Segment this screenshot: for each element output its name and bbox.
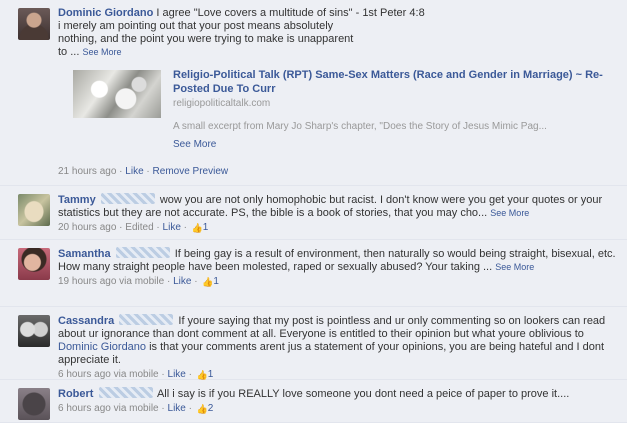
comment-meta: 20 hours ago · Edited · Like · 👍1 [58, 221, 617, 234]
comment-timestamp[interactable]: 20 hours ago [58, 222, 116, 233]
link-preview-thumbnail[interactable] [73, 70, 161, 118]
comment-timestamp[interactable]: 6 hours ago via mobile [58, 403, 159, 414]
meta-separator: · [153, 222, 163, 233]
meta-separator: · [185, 403, 195, 414]
link-preview-title[interactable]: Religio-Political Talk (RPT) Same-Sex Ma… [173, 68, 617, 96]
comment-timestamp[interactable]: 21 hours ago [58, 166, 116, 177]
link-preview-description: A small excerpt from Mary Jo Sharp's cha… [173, 121, 547, 132]
like-count[interactable]: 2 [208, 403, 214, 414]
redacted-surname [100, 193, 155, 204]
comment-meta: 6 hours ago via mobile · Like · 👍2 [58, 402, 617, 415]
like-count[interactable]: 1 [213, 276, 219, 287]
comment-body: Dominic Giordano I agree "Love covers a … [58, 7, 617, 178]
meta-separator: · [191, 276, 201, 287]
comment-text-line: nothing, and the point you were trying t… [58, 33, 354, 45]
comment-meta: 19 hours ago via mobile · Like · 👍1 [58, 275, 617, 288]
comment-text: How many straight people have been moles… [58, 261, 493, 273]
comment-timestamp[interactable]: 19 hours ago via mobile [58, 276, 164, 287]
comment-text-line: I agree "Love covers a multitude of sins… [156, 7, 425, 19]
avatar[interactable] [18, 8, 50, 40]
meta-separator: · [116, 166, 126, 177]
comment-body: Cassandra If youre saying that my post i… [58, 314, 617, 381]
meta-separator: · [158, 403, 168, 414]
comment-item: Samantha If being gay is a result of env… [0, 240, 627, 307]
meta-separator: · [180, 222, 190, 233]
comment-meta: 21 hours ago · Like · Remove Preview [58, 165, 617, 178]
like-count[interactable]: 1 [203, 222, 209, 233]
redacted-surname [115, 247, 170, 258]
thumbs-up-icon[interactable]: 👍 [197, 405, 208, 414]
link-preview-info: Religio-Political Talk (RPT) Same-Sex Ma… [173, 68, 617, 151]
comment-author[interactable]: Robert [58, 388, 93, 400]
meta-separator: · [143, 166, 153, 177]
meta-separator: · [116, 222, 126, 233]
comment-item: Dominic Giordano I agree "Love covers a … [0, 0, 627, 186]
meta-separator: · [185, 369, 195, 380]
like-link[interactable]: Like [168, 369, 186, 380]
comment-text-line: i merely am pointing out that your post … [58, 20, 334, 32]
remove-preview-link[interactable]: Remove Preview [153, 166, 229, 177]
comment-item: Robert All i say is if you REALLY love s… [0, 380, 627, 423]
comment-item: Cassandra If youre saying that my post i… [0, 307, 627, 380]
redacted-surname [98, 387, 153, 398]
meta-separator: · [164, 276, 174, 287]
like-count[interactable]: 1 [208, 369, 214, 380]
link-preview-see-more[interactable]: See More [173, 138, 617, 151]
comment-body: Tammy wow you are not only homophobic bu… [58, 193, 617, 234]
thumbs-up-icon[interactable]: 👍 [197, 371, 208, 380]
comment-item: Tammy wow you are not only homophobic bu… [0, 186, 627, 240]
link-preview[interactable]: Religio-Political Talk (RPT) Same-Sex Ma… [73, 68, 617, 164]
comment-author[interactable]: Tammy [58, 194, 96, 206]
see-more-link[interactable]: See More [82, 47, 121, 57]
comment-text: All i say is if you REALLY love someone … [156, 388, 570, 400]
comment-thread: Dominic Giordano I agree "Love covers a … [0, 0, 633, 423]
comment-body: Samantha If being gay is a result of env… [58, 247, 617, 288]
thumbs-up-icon[interactable]: 👍 [192, 224, 203, 233]
avatar[interactable] [18, 388, 50, 420]
like-link[interactable]: Like [163, 222, 181, 233]
mentioned-user-link[interactable]: Dominic Giordano [58, 341, 146, 353]
like-link[interactable]: Like [168, 403, 186, 414]
like-link[interactable]: Like [173, 276, 191, 287]
thumbs-up-icon[interactable]: 👍 [202, 278, 213, 287]
edited-label[interactable]: Edited [125, 222, 153, 233]
comment-text-line: to ... [58, 46, 80, 58]
redacted-surname [119, 314, 174, 325]
see-more-link[interactable]: See More [490, 208, 529, 218]
comment-author[interactable]: Dominic Giordano [58, 7, 153, 19]
link-preview-domain: religiopoliticaltalk.com [173, 98, 271, 109]
avatar[interactable] [18, 315, 50, 347]
avatar[interactable] [18, 194, 50, 226]
comment-timestamp[interactable]: 6 hours ago via mobile [58, 369, 159, 380]
comment-author[interactable]: Samantha [58, 248, 111, 260]
comment-body: Robert All i say is if you REALLY love s… [58, 387, 617, 415]
see-more-link[interactable]: See More [495, 262, 534, 272]
comment-author[interactable]: Cassandra [58, 315, 114, 327]
avatar[interactable] [18, 248, 50, 280]
like-link[interactable]: Like [125, 166, 143, 177]
meta-separator: · [158, 369, 168, 380]
comment-text: If being gay is a result of environment,… [174, 248, 616, 260]
